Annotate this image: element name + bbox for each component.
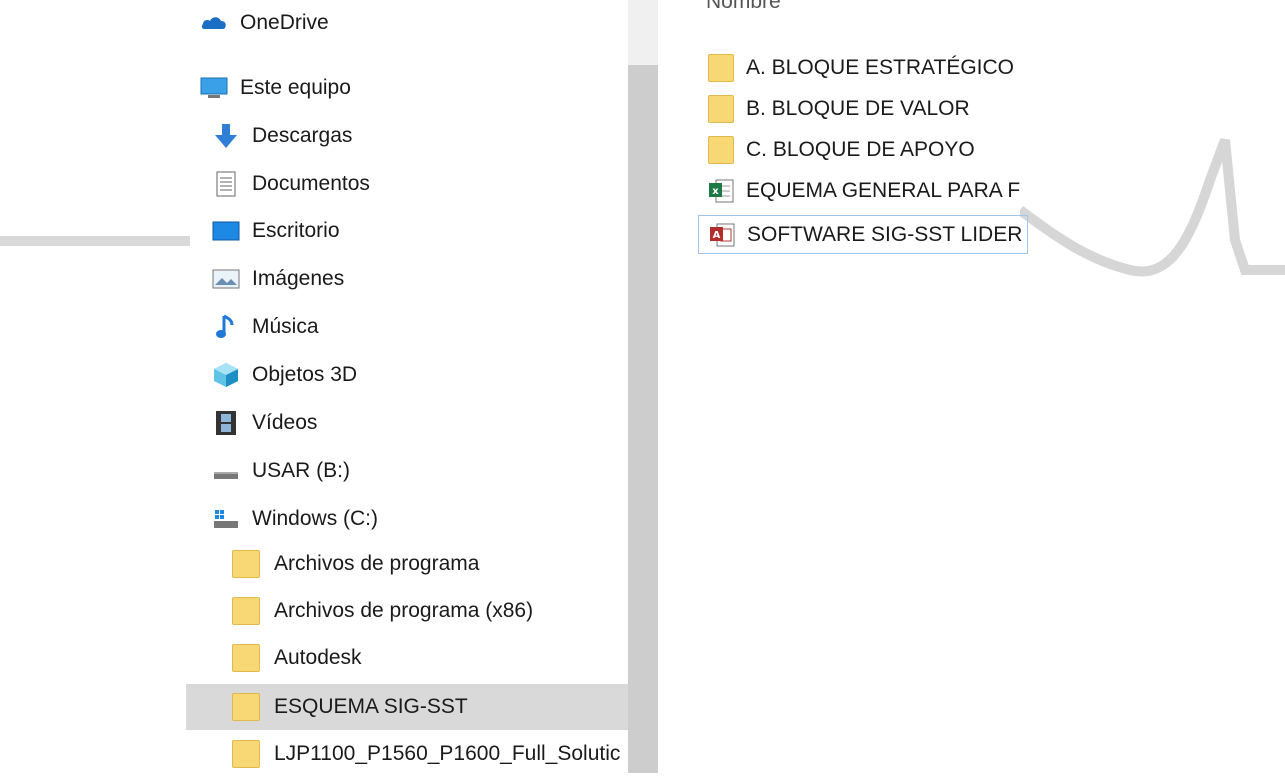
music-note-icon bbox=[212, 313, 240, 341]
nav-item-windows-c[interactable]: Windows (C:) bbox=[186, 496, 628, 542]
document-icon bbox=[212, 170, 240, 198]
nav-item-musica[interactable]: Música bbox=[186, 304, 628, 350]
windows-drive-icon bbox=[212, 505, 240, 533]
folder-icon bbox=[708, 94, 734, 123]
nav-label: USAR (B:) bbox=[252, 459, 351, 482]
folder-icon bbox=[708, 135, 734, 164]
navigation-pane: OneDrive Este equipo Descargas Documento… bbox=[0, 0, 628, 773]
download-arrow-icon bbox=[212, 122, 240, 150]
excel-file-icon: x bbox=[708, 177, 734, 205]
nav-item-esquema-sig-sst[interactable]: ESQUEMA SIG-SST bbox=[186, 684, 628, 730]
folder-icon bbox=[232, 550, 260, 578]
scrollbar-thumb[interactable] bbox=[628, 65, 658, 773]
folder-icon bbox=[232, 597, 260, 625]
nav-item-autodesk[interactable]: Autodesk bbox=[186, 635, 628, 681]
file-list: Nombre A. BLOQUE ESTRATÉGICO B. BLOQUE D… bbox=[658, 0, 1285, 773]
drive-icon bbox=[212, 457, 240, 485]
nav-label: ESQUEMA SIG-SST bbox=[274, 695, 468, 718]
file-row-b-bloque-de-valor[interactable]: B. BLOQUE DE VALOR bbox=[698, 89, 1028, 128]
nav-label: Autodesk bbox=[274, 646, 362, 669]
computer-icon bbox=[200, 74, 228, 102]
desktop-icon bbox=[212, 217, 240, 245]
nav-label: Vídeos bbox=[252, 411, 318, 434]
nav-label: Descargas bbox=[252, 124, 353, 147]
nav-label: Escritorio bbox=[252, 219, 340, 242]
file-row-c-bloque-de-apoyo[interactable]: C. BLOQUE DE APOYO bbox=[698, 130, 1028, 169]
column-header-nombre[interactable]: Nombre bbox=[706, 0, 781, 14]
folder-icon bbox=[232, 693, 260, 721]
nav-item-escritorio[interactable]: Escritorio bbox=[186, 208, 628, 254]
svg-text:x: x bbox=[712, 186, 719, 197]
nav-label: Windows (C:) bbox=[252, 507, 379, 530]
nav-label: Archivos de programa bbox=[274, 552, 480, 575]
nav-item-videos[interactable]: Vídeos bbox=[186, 400, 628, 446]
nav-label: OneDrive bbox=[240, 11, 329, 34]
nav-item-onedrive[interactable]: OneDrive bbox=[186, 0, 628, 46]
film-icon bbox=[212, 409, 240, 437]
nav-item-ljp1100-full-solution[interactable]: LJP1100_P1560_P1600_Full_Solutic bbox=[186, 731, 628, 777]
nav-label: Archivos de programa (x86) bbox=[274, 599, 534, 622]
folder-icon bbox=[232, 740, 260, 768]
nav-item-imagenes[interactable]: Imágenes bbox=[186, 256, 628, 302]
nav-item-archivos-de-programa[interactable]: Archivos de programa bbox=[186, 541, 628, 587]
file-name: A. BLOQUE ESTRATÉGICO bbox=[746, 55, 1014, 79]
nav-item-descargas[interactable]: Descargas bbox=[186, 113, 628, 159]
nav-item-archivos-de-programa-x86[interactable]: Archivos de programa (x86) bbox=[186, 588, 628, 634]
nav-scrollbar[interactable] bbox=[628, 0, 658, 773]
file-name: SOFTWARE SIG-SST LIDER bbox=[747, 222, 1023, 246]
nav-item-documentos[interactable]: Documentos bbox=[186, 161, 628, 207]
nav-label: Documentos bbox=[252, 172, 370, 195]
file-name: EQUEMA GENERAL PARA F bbox=[746, 178, 1021, 202]
folder-icon bbox=[232, 644, 260, 672]
svg-text:A: A bbox=[713, 230, 721, 241]
file-name: B. BLOQUE DE VALOR bbox=[746, 96, 970, 120]
nav-label: LJP1100_P1560_P1600_Full_Solutic bbox=[274, 742, 621, 765]
file-name: C. BLOQUE DE APOYO bbox=[746, 137, 975, 161]
nav-item-objetos-3d[interactable]: Objetos 3D bbox=[186, 352, 628, 398]
nav-label: Música bbox=[252, 315, 319, 338]
pictures-icon bbox=[212, 265, 240, 293]
nav-label: Este equipo bbox=[240, 76, 351, 99]
cube-3d-icon bbox=[212, 361, 240, 389]
file-row-equema-general[interactable]: x EQUEMA GENERAL PARA F bbox=[698, 171, 1028, 210]
file-row-a-bloque-estrategico[interactable]: A. BLOQUE ESTRATÉGICO bbox=[698, 48, 1028, 87]
nav-item-este-equipo[interactable]: Este equipo bbox=[186, 65, 628, 111]
folder-icon bbox=[708, 53, 734, 82]
access-file-icon: A bbox=[709, 221, 735, 249]
onedrive-icon bbox=[200, 9, 228, 37]
nav-label: Objetos 3D bbox=[252, 363, 358, 386]
nav-label: Imágenes bbox=[252, 267, 345, 290]
file-row-software-sig-sst-lider[interactable]: A SOFTWARE SIG-SST LIDER bbox=[698, 215, 1028, 254]
nav-item-usar-b[interactable]: USAR (B:) bbox=[186, 448, 628, 494]
